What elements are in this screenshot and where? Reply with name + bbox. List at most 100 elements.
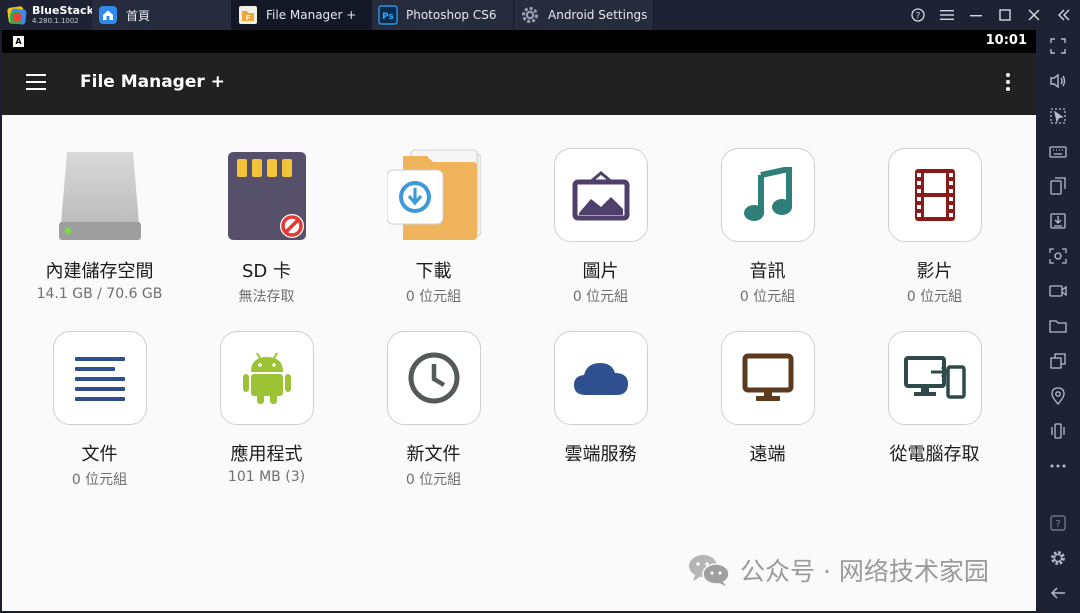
storage-item-size: 0 位元組 — [71, 472, 128, 488]
keyboard-icon[interactable] — [1047, 140, 1069, 162]
storage-item-label: 圖片 — [582, 261, 619, 282]
music-icon — [720, 148, 815, 242]
settings-icon[interactable] — [1047, 547, 1069, 569]
close-icon[interactable] — [1019, 0, 1048, 30]
pc-to-phone-icon — [887, 331, 982, 425]
help-icon[interactable]: ? — [903, 0, 932, 30]
overflow-menu-icon[interactable] — [1004, 73, 1012, 95]
storage-item-label: 影片 — [916, 261, 953, 282]
location-icon[interactable] — [1047, 385, 1069, 407]
tab-photoshop[interactable]: Ps Photoshop CS6 — [372, 0, 514, 30]
file-manager-icon: F — [238, 5, 258, 25]
home-icon — [98, 5, 118, 25]
hamburger-menu-icon[interactable] — [26, 74, 48, 94]
storage-item-video[interactable]: 影片 0 位元組 — [851, 148, 1018, 306]
tab-android-settings[interactable]: Android Settings — [514, 0, 654, 30]
storage-item-label: 內建儲存空間 — [45, 261, 154, 282]
clock-icon — [386, 331, 481, 425]
storage-item-recent-files[interactable]: 新文件 0 位元組 — [350, 331, 517, 489]
storage-item-sd-card[interactable]: SD 卡 無法存取 — [183, 148, 350, 306]
picture-icon — [553, 148, 648, 242]
volume-icon[interactable] — [1047, 70, 1069, 92]
storage-item-cloud[interactable]: 雲端服務 — [517, 331, 684, 469]
storage-item-pc-access[interactable]: 從電腦存取 — [851, 331, 1018, 469]
storage-item-pictures[interactable]: 圖片 0 位元組 — [517, 148, 684, 306]
svg-text:?: ? — [1055, 519, 1060, 530]
storage-item-audio[interactable]: 音訊 0 位元組 — [684, 148, 851, 306]
android-screen: A 10:01 File Manager + 內建儲存空間 14.1 GB / … — [2, 30, 1036, 611]
app-bar: File Manager + — [2, 53, 1036, 115]
status-time: 10:01 — [985, 33, 1027, 48]
camera-icon[interactable] — [1047, 245, 1069, 267]
install-apk-icon[interactable] — [1047, 175, 1069, 197]
cloud-icon — [553, 331, 648, 425]
bluestacks-side-toolbar: ? — [1036, 30, 1080, 613]
bluestacks-title-bar: BlueStacks 4.280.1.1002 首頁 F File Manage… — [0, 0, 1080, 30]
folder-icon[interactable] — [1047, 315, 1069, 337]
tab-home[interactable]: 首頁 — [92, 0, 232, 30]
screenshot-save-icon[interactable] — [1047, 210, 1069, 232]
storage-item-label: SD 卡 — [241, 261, 291, 282]
internal-storage-icon — [53, 148, 147, 242]
storage-item-label: 遠端 — [749, 444, 786, 465]
multi-instance-icon[interactable] — [1047, 350, 1069, 372]
storage-item-size: 0 位元組 — [405, 472, 462, 488]
sd-card-icon — [220, 148, 314, 242]
storage-item-documents[interactable]: 文件 0 位元組 — [16, 331, 183, 489]
tab-label: 首頁 — [126, 8, 151, 23]
storage-item-remote[interactable]: 遠端 — [684, 331, 851, 469]
tab-file-manager[interactable]: F File Manager + — [232, 0, 372, 30]
tab-label: File Manager + — [266, 8, 357, 22]
storage-item-label: 從電腦存取 — [889, 444, 980, 465]
storage-item-label: 音訊 — [749, 261, 786, 282]
storage-item-size: 0 位元組 — [739, 289, 796, 305]
bluestacks-logo: BlueStacks 4.280.1.1002 — [0, 0, 100, 30]
bluestacks-logo-icon — [6, 4, 28, 26]
record-icon[interactable] — [1047, 280, 1069, 302]
cursor-icon[interactable] — [1047, 105, 1069, 127]
maximize-icon[interactable] — [990, 0, 1019, 30]
storage-item-internal[interactable]: 內建儲存空間 14.1 GB / 70.6 GB — [16, 148, 183, 302]
notification-a-icon: A — [13, 36, 24, 47]
menu-icon[interactable] — [932, 0, 961, 30]
status-bar: A 10:01 — [2, 30, 1036, 53]
app-title: File Manager + — [80, 72, 225, 92]
more-icon[interactable] — [1047, 455, 1069, 477]
storage-item-size: 14.1 GB / 70.6 GB — [36, 286, 163, 302]
app-version: 4.280.1.1002 — [32, 17, 79, 25]
monitor-icon — [720, 331, 815, 425]
storage-item-label: 文件 — [81, 444, 118, 465]
storage-item-size: 0 位元組 — [405, 289, 462, 305]
storage-item-apps[interactable]: 應用程式 101 MB (3) — [183, 331, 350, 485]
watermark: 公众号 · 网络技术家园 — [688, 552, 989, 588]
wechat-icon — [688, 553, 730, 587]
back-icon[interactable] — [1047, 582, 1069, 604]
download-folder-icon — [386, 148, 481, 242]
storage-item-label: 應用程式 — [230, 444, 303, 465]
storage-item-label: 新文件 — [406, 444, 461, 465]
photoshop-icon: Ps — [378, 5, 398, 25]
svg-text:F: F — [246, 14, 251, 22]
app-name: BlueStacks — [32, 4, 101, 17]
svg-text:?: ? — [915, 12, 920, 22]
storage-item-label: 雲端服務 — [564, 444, 637, 465]
storage-item-size: 0 位元組 — [572, 289, 629, 305]
document-icon — [52, 331, 147, 425]
svg-text:Ps: Ps — [382, 12, 394, 22]
android-icon — [219, 331, 314, 425]
tab-label: Android Settings — [548, 8, 648, 22]
storage-item-size: 無法存取 — [238, 289, 295, 305]
shake-icon[interactable] — [1047, 420, 1069, 442]
help-icon[interactable]: ? — [1047, 512, 1069, 534]
storage-item-downloads[interactable]: 下載 0 位元組 — [350, 148, 517, 306]
collapse-sidebar-icon[interactable] — [1048, 0, 1080, 30]
tab-label: Photoshop CS6 — [406, 8, 497, 22]
storage-item-size: 101 MB (3) — [227, 469, 306, 485]
storage-item-label: 下載 — [415, 261, 452, 282]
watermark-text: 公众号 · 网络技术家园 — [740, 557, 989, 586]
film-icon — [887, 148, 982, 242]
storage-item-size: 0 位元組 — [906, 289, 963, 305]
fullscreen-icon[interactable] — [1047, 35, 1069, 57]
minimize-icon[interactable] — [961, 0, 990, 30]
gear-icon — [520, 5, 540, 25]
